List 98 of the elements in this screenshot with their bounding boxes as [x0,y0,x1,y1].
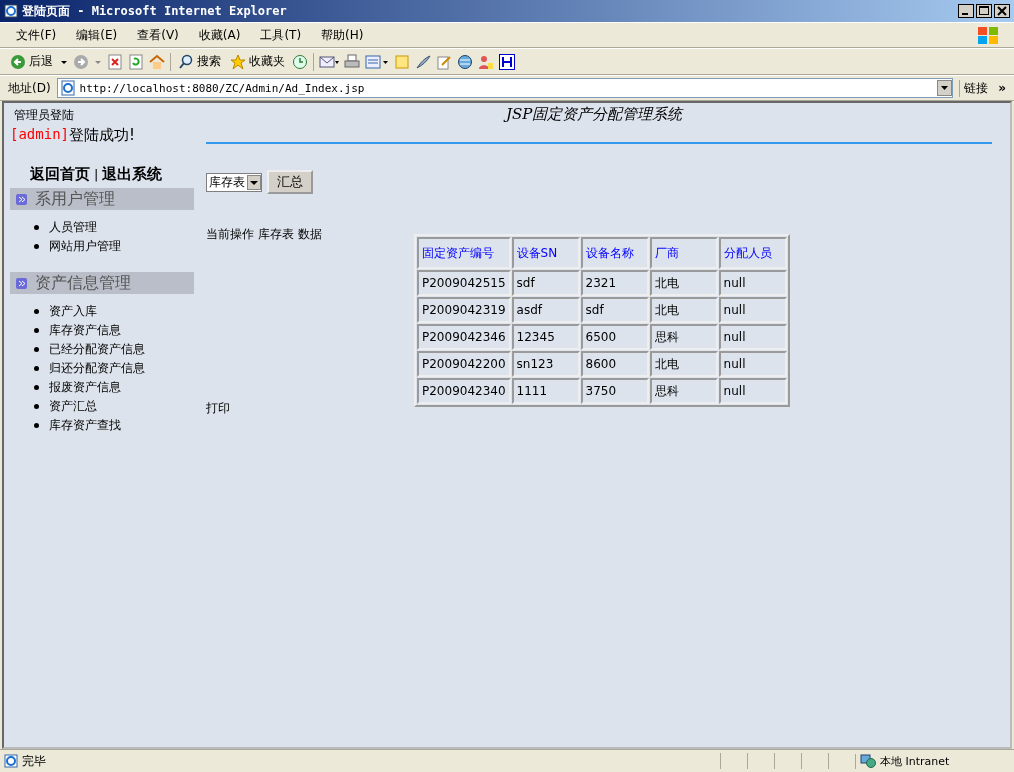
magnifier-icon [178,53,194,70]
favorites-button[interactable]: 收藏夹 [228,53,287,70]
table-cell: 2321 [580,270,649,296]
menu-item[interactable]: 编辑(E) [68,24,126,46]
document-edit-icon[interactable] [365,53,389,70]
page-icon [59,80,76,96]
menu-link[interactable]: 库存资产查找 [49,417,121,434]
caption-text: 管理员登陆 [14,107,75,124]
maximize-button[interactable] [976,4,992,18]
chevron-icon [16,193,27,205]
search-button[interactable]: 搜索 [176,53,223,70]
page-icon [4,4,18,18]
dropdown-arrow-button[interactable] [937,80,953,96]
bullet-icon [34,309,39,314]
table-cell: P2009042340 [417,378,511,404]
home-icon[interactable] [149,53,165,70]
links-button[interactable]: 链接 [959,79,993,97]
menu-link[interactable]: 库存资产信息 [49,322,121,339]
table-cell: null [718,270,787,296]
table-cell: P2009042319 [417,297,511,323]
menu-link[interactable]: 人员管理 [49,219,97,236]
menu-link[interactable]: 资产入库 [49,303,97,320]
menu-link[interactable]: 已经分配资产信息 [49,341,145,358]
pencil-page-icon[interactable] [436,53,452,70]
stop-icon[interactable] [107,53,123,70]
minimize-button[interactable] [958,4,974,18]
address-field[interactable]: http://localhost:8080/ZC/Admin/Ad_Index.jsp [56,78,954,98]
nav-link[interactable]: 退出系统 [102,165,163,184]
bullet-icon [34,244,39,249]
section-title: 资产信息管理 [35,272,131,294]
login-message: 登陆成功! [69,126,136,145]
bullet-icon [34,423,39,428]
envelope-icon[interactable] [319,53,339,70]
menu-item[interactable]: 工具(T) [252,24,310,46]
close-button[interactable] [994,4,1010,18]
printer-icon[interactable] [344,53,360,70]
window-title: 登陆页面 - Microsoft Internet Explorer [22,2,287,20]
column-header: 设备名称 [580,237,649,269]
column-header: 固定资产编号 [417,237,511,269]
table-cell: 12345 [511,324,580,350]
network-icon [860,754,876,768]
table-cell: 8600 [580,351,649,377]
table-cell: null [718,324,787,350]
table-cell: P2009042515 [417,270,511,296]
table-cell: asdf [511,297,580,323]
bullet-icon [34,328,39,333]
table-cell: 1111 [511,378,580,404]
table-cell: sdf [511,270,580,296]
section-title: 系用户管理 [35,188,115,210]
table-cell: 思科 [649,324,718,350]
table-cell: 6500 [580,324,649,350]
menu-item[interactable]: 收藏(A) [190,24,249,46]
refresh-icon[interactable] [128,53,144,70]
table-cell: 思科 [649,378,718,404]
column-header: 分配人员 [718,237,787,269]
table-cell: 北电 [649,270,718,296]
menu-link[interactable]: 网站用户管理 [49,238,121,255]
history-icon[interactable] [292,53,308,70]
summary-button[interactable]: 汇总 [267,170,313,194]
menu-item[interactable]: 查看(V) [129,24,187,46]
print-link[interactable]: 打印 [206,400,402,417]
menu-item[interactable]: 帮助(H) [313,24,372,46]
current-operation-text: 当前操作 库存表 数据 [206,226,323,243]
status-text: 完毕 [22,752,46,770]
more-button[interactable]: » [998,81,1006,95]
table-cell: null [718,297,787,323]
table-cell: P2009042346 [417,324,511,350]
user-name: [admin] [10,126,69,144]
person-icon[interactable] [478,53,494,70]
column-header: 设备SN [511,237,580,269]
table-cell: 北电 [649,351,718,377]
page-done-icon [4,754,18,768]
menu-link[interactable]: 资产汇总 [49,398,97,415]
separator-text: | [94,167,99,182]
menu-link[interactable]: 报废资产信息 [49,379,121,396]
back-button[interactable]: 后退 [8,53,55,70]
table-cell: sdf [580,297,649,323]
bullet-icon [34,385,39,390]
column-header: 厂商 [649,237,718,269]
table-cell: 3750 [580,378,649,404]
table-cell: null [718,378,787,404]
nav-link[interactable]: 返回首页 [30,165,90,184]
table-select[interactable]: 库存表 [206,172,262,192]
star-icon [230,53,246,70]
menu-link[interactable]: 归还分配资产信息 [49,360,145,377]
table-cell: null [718,351,787,377]
bullet-icon [34,225,39,230]
letter-h-box-icon[interactable] [499,53,515,70]
zone-text: 本地 Intranet [880,753,950,769]
table-cell: 北电 [649,297,718,323]
bullet-icon [34,404,39,409]
bullet-icon [34,366,39,371]
address-label: 地址(D) [8,79,51,97]
bullet-icon [34,347,39,352]
table-cell: P2009042200 [417,351,511,377]
menu-item[interactable]: 文件(F) [8,24,65,46]
table-cell: sn123 [511,351,580,377]
chevron-icon [16,277,27,289]
